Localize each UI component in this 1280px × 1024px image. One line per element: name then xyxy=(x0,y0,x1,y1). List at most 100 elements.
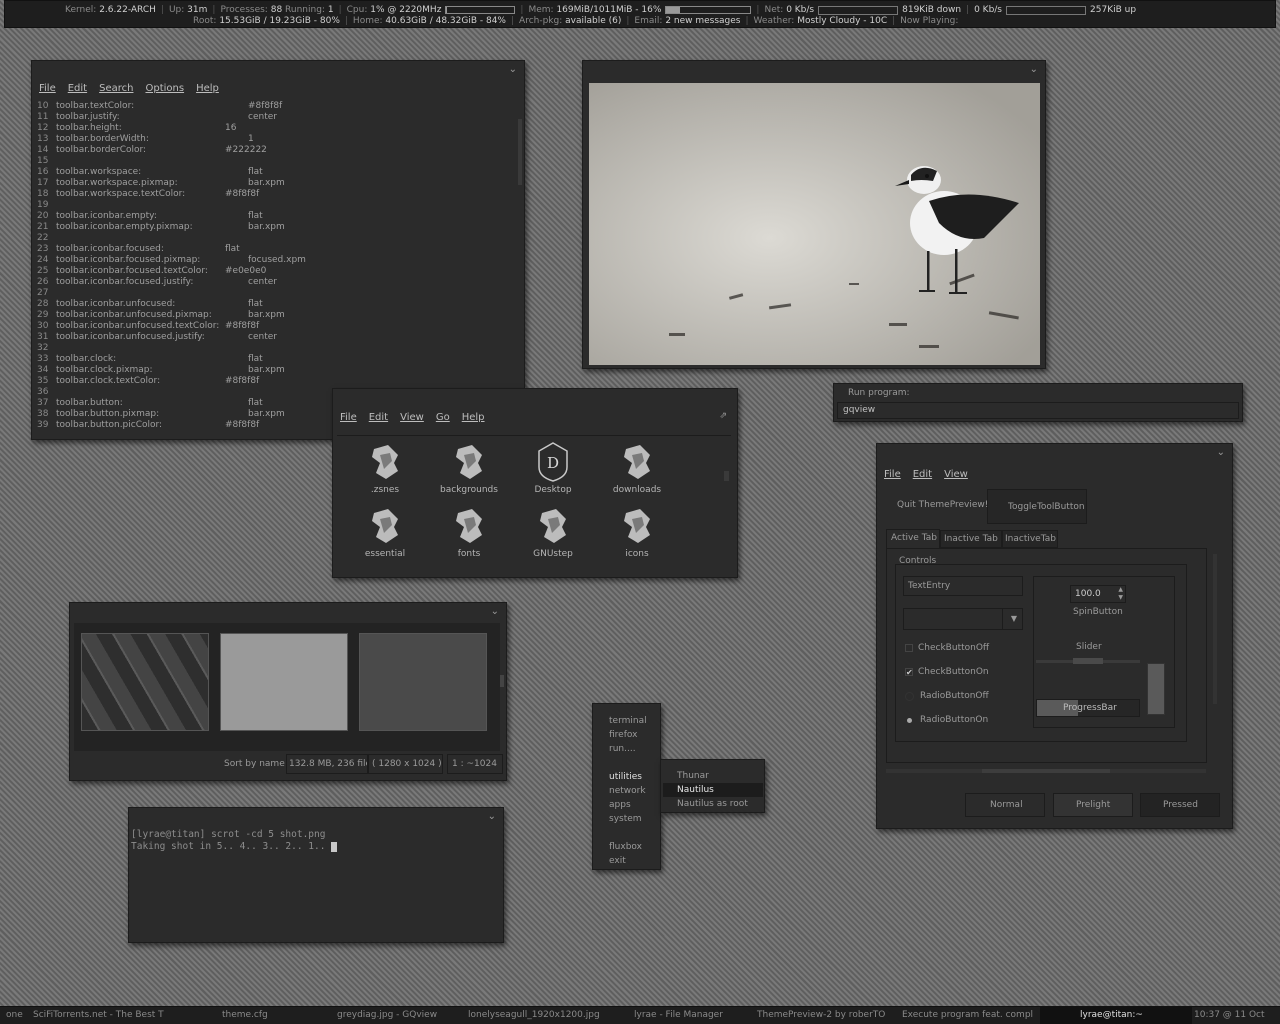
radio-off-circle[interactable] xyxy=(905,692,914,701)
image-viewer-window[interactable]: ⌄ xyxy=(582,60,1046,369)
folder-item[interactable]: downloads xyxy=(595,441,679,495)
taskbar-item[interactable]: lonelyseagull_1920x1200.jpg xyxy=(468,1010,600,1020)
pressed-button[interactable]: Pressed xyxy=(1140,793,1220,817)
weather-status: Mostly Cloudy - 10C xyxy=(797,16,888,26)
menu-options[interactable]: Options xyxy=(145,83,184,94)
wallpaper-browser-window[interactable]: ⌄ Sort by name 132.8 MB, 236 files ( 128… xyxy=(69,602,507,781)
radio-on-dot[interactable] xyxy=(907,718,912,723)
line-value: flat xyxy=(248,211,263,221)
check-off-box[interactable] xyxy=(905,644,913,652)
taskbar-item[interactable]: lyrae - File Manager xyxy=(634,1010,723,1020)
slider-thumb[interactable] xyxy=(1073,658,1103,664)
text-editor-window[interactable]: ⌄ File Edit Search Options Help 10 toolba… xyxy=(31,60,525,440)
root-menu[interactable]: terminal firefox run.... utilities network ap… xyxy=(592,703,661,870)
check-off-label[interactable]: CheckButtonOff xyxy=(918,643,989,653)
folder-item[interactable]: GNUstep xyxy=(511,505,595,559)
run-program-dialog[interactable]: Run program: gqview xyxy=(833,383,1243,422)
taskbar-item[interactable]: SciFiTorrents.net - The Best T xyxy=(33,1010,164,1020)
net-down-graph xyxy=(818,5,899,15)
taskbar-item[interactable]: lyrae@titan:~ xyxy=(1080,1010,1143,1020)
utilities-submenu[interactable]: Thunar Nautilus Nautilus as root xyxy=(660,759,765,813)
taskbar-item[interactable]: theme.cfg xyxy=(222,1010,268,1020)
menu-item-network[interactable]: network xyxy=(609,786,646,796)
menu-item-utilities[interactable]: utilities xyxy=(609,772,642,782)
combo-box[interactable]: ▼ xyxy=(903,608,1023,630)
spin-button[interactable]: 100.0 ▲ ▼ xyxy=(1070,585,1126,603)
menu-item-firefox[interactable]: firefox xyxy=(609,730,637,740)
file-manager-window[interactable]: ⇗ File Edit View Go Help .zsnes backgroun… xyxy=(332,388,738,578)
taskbar-item[interactable]: greydiag.jpg - GQview xyxy=(337,1010,437,1020)
menu-search[interactable]: Search xyxy=(99,83,133,94)
line-number: 15 xyxy=(37,156,49,166)
text-entry[interactable]: TextEntry xyxy=(903,576,1023,596)
line-number: 18 xyxy=(37,189,49,199)
thumbnail-grey-dark[interactable] xyxy=(359,633,487,731)
thumbnail-wood[interactable] xyxy=(81,633,209,731)
taskbar-item[interactable]: Execute program feat. compl xyxy=(902,1010,1033,1020)
submenu-item-nautilusasroot[interactable]: Nautilus as root xyxy=(677,799,748,809)
prelight-button[interactable]: Prelight xyxy=(1053,793,1133,817)
chevron-down-icon[interactable]: ⌄ xyxy=(491,606,499,617)
menu-edit[interactable]: Edit xyxy=(68,83,87,94)
tab-active[interactable]: Active Tab xyxy=(886,529,940,548)
position-info: 1 : ~1024 xyxy=(447,754,503,774)
thumbnail-grey-light[interactable] xyxy=(220,633,348,731)
toggle-tool-button[interactable]: ToggleToolButton xyxy=(987,489,1087,524)
menu-item-exit[interactable]: exit xyxy=(609,856,626,866)
theme-preview-window[interactable]: ⌄ File Edit View Quit ThemePreview! Togg… xyxy=(876,443,1233,829)
line-value: center xyxy=(248,112,277,122)
hscroll-thumb[interactable] xyxy=(982,769,1110,773)
radio-on-label[interactable]: RadioButtonOn xyxy=(920,715,988,725)
menu-edit[interactable]: Edit xyxy=(913,469,932,480)
folder-item[interactable]: .zsnes xyxy=(343,441,427,495)
fm-scrollbar[interactable] xyxy=(724,471,729,481)
line-value: bar.xpm xyxy=(248,365,285,375)
menu-view[interactable]: View xyxy=(944,469,968,480)
check-on-label[interactable]: CheckButtonOn xyxy=(918,667,989,677)
normal-button[interactable]: Normal xyxy=(965,793,1045,817)
chevron-down-icon[interactable]: ⌄ xyxy=(488,811,496,822)
editor-scrollbar[interactable] xyxy=(518,119,522,185)
menu-go[interactable]: Go xyxy=(436,412,450,423)
folder-item[interactable]: backgrounds xyxy=(427,441,511,495)
spin-arrows-icon[interactable]: ▲ ▼ xyxy=(1118,586,1123,602)
submenu-item-thunar[interactable]: Thunar xyxy=(677,771,709,781)
menu-file[interactable]: File xyxy=(39,83,56,94)
quit-button[interactable]: Quit ThemePreview! xyxy=(897,500,988,510)
menu-file[interactable]: File xyxy=(340,412,357,423)
folder-item[interactable]: essential xyxy=(343,505,427,559)
run-input[interactable]: gqview xyxy=(837,402,1239,419)
menu-help[interactable]: Help xyxy=(462,412,485,423)
terminal-window[interactable]: ⌄ [lyrae@titan] scrot -cd 5 shot.png Tak… xyxy=(128,807,504,943)
chevron-down-icon[interactable]: ⌄ xyxy=(509,64,517,75)
tab-inactive-1[interactable]: Inactive Tab xyxy=(940,530,1002,548)
line-number: 38 xyxy=(37,409,49,419)
taskbar-item[interactable]: ThemePreview-2 by roberTO xyxy=(757,1010,885,1020)
theme-vscrollbar[interactable] xyxy=(1213,554,1217,704)
workspace-label[interactable]: one xyxy=(6,1010,23,1020)
vertical-scale[interactable] xyxy=(1147,663,1165,715)
line-key: toolbar.button: xyxy=(56,398,123,408)
chevron-down-icon[interactable]: ⌄ xyxy=(1030,64,1038,75)
folder-item[interactable]: icons xyxy=(595,505,679,559)
submenu-item-nautilus[interactable]: Nautilus xyxy=(677,785,714,795)
line-number: 12 xyxy=(37,123,49,133)
folder-item[interactable]: fonts xyxy=(427,505,511,559)
menu-edit[interactable]: Edit xyxy=(369,412,388,423)
menu-help[interactable]: Help xyxy=(196,83,219,94)
wall-scrollbar[interactable] xyxy=(500,675,504,687)
chevron-down-icon[interactable]: ⌄ xyxy=(1217,447,1225,458)
menu-item-run[interactable]: run.... xyxy=(609,744,636,754)
menu-item-terminal[interactable]: terminal xyxy=(609,716,647,726)
menu-item-system[interactable]: system xyxy=(609,814,642,824)
menu-file[interactable]: File xyxy=(884,469,901,480)
menu-view[interactable]: View xyxy=(400,412,424,423)
resize-grip-icon[interactable]: ⇗ xyxy=(719,411,727,421)
radio-off-label[interactable]: RadioButtonOff xyxy=(920,691,989,701)
menu-item-apps[interactable]: apps xyxy=(609,800,631,810)
menu-item-fluxbox[interactable]: fluxbox xyxy=(609,842,642,852)
check-on-box[interactable]: ✔ xyxy=(905,668,913,677)
folder-item[interactable]: D Desktop xyxy=(511,441,595,495)
sort-label[interactable]: Sort by name xyxy=(224,759,285,769)
tab-inactive-2[interactable]: InactiveTab xyxy=(1002,530,1058,548)
